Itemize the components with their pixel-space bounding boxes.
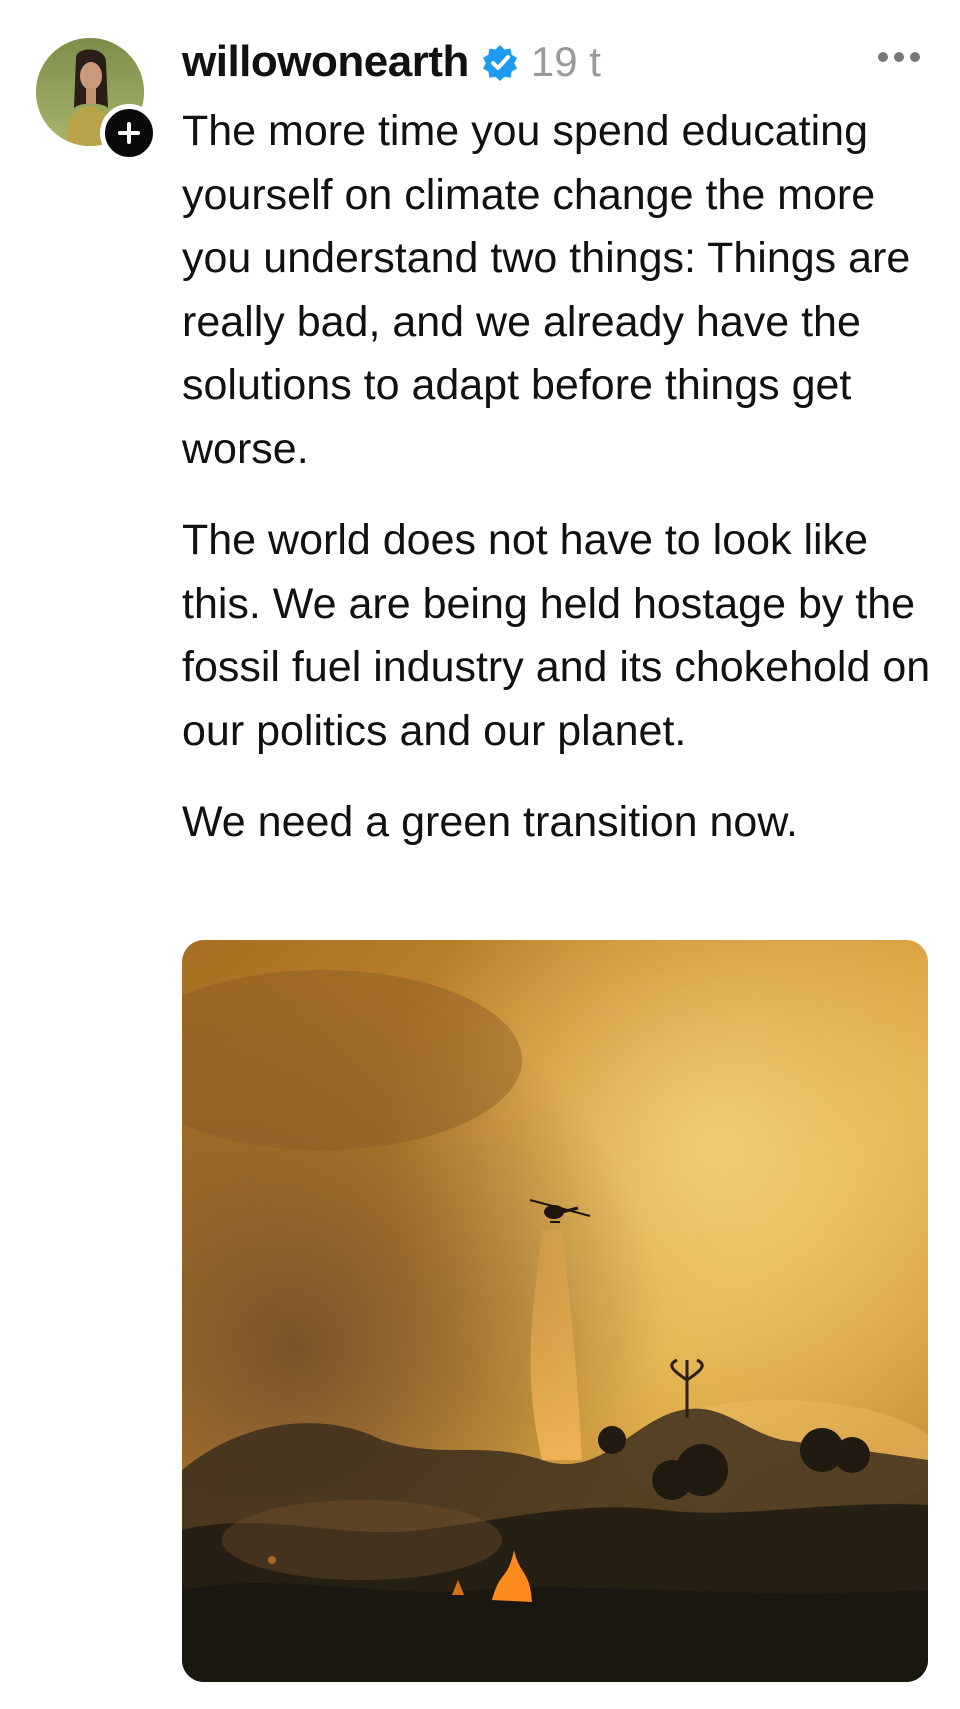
more-options-button[interactable] <box>878 42 920 72</box>
post-timestamp: 19 t <box>530 38 601 85</box>
post-paragraph: We need a green transition now. <box>182 798 798 846</box>
post-body: The more time you spend educating yourse… <box>182 100 942 883</box>
wildfire-photo <box>182 940 928 1682</box>
avatar-container[interactable] <box>36 38 158 162</box>
plus-icon <box>118 122 140 144</box>
follow-button[interactable] <box>100 104 158 162</box>
post-paragraph: The world does not have to look like thi… <box>182 516 931 755</box>
post-header: willowonearth 19 t <box>182 30 920 94</box>
post-paragraph: The more time you spend educating yourse… <box>182 107 911 473</box>
more-horizontal-icon <box>878 52 888 62</box>
verified-badge-icon <box>481 43 519 81</box>
username-link[interactable]: willowonearth <box>182 37 469 87</box>
post-image[interactable] <box>182 940 928 1682</box>
